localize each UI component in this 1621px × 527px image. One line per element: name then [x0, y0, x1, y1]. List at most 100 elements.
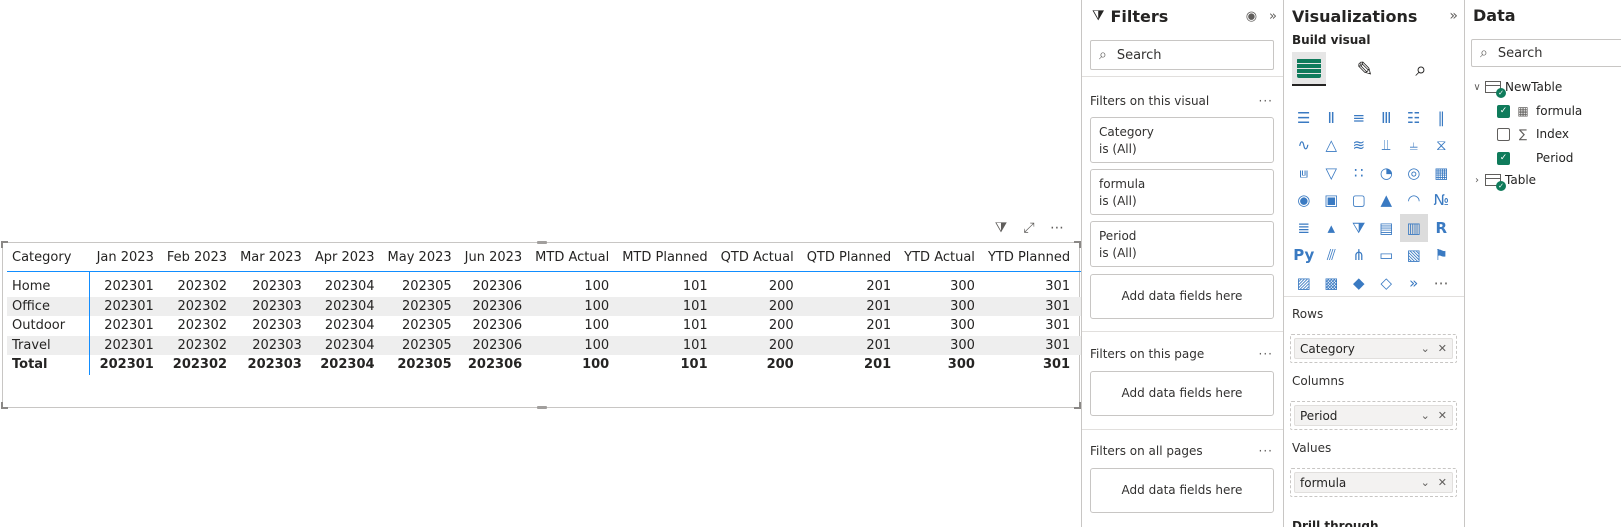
donut-chart-icon[interactable]: ◎ [1400, 159, 1428, 187]
matrix-visual-icon[interactable]: ▥ [1400, 214, 1428, 242]
line-clustered-column-icon[interactable]: ⫨ [1400, 132, 1428, 160]
column-header[interactable]: Feb 2023 [159, 247, 234, 272]
column-header[interactable]: Mar 2023 [233, 247, 308, 272]
more-options-icon[interactable]: ··· [1259, 444, 1273, 458]
resize-handle-bottom[interactable] [537, 406, 547, 409]
column-header[interactable]: YTD Actual [897, 247, 981, 272]
kpi-icon[interactable]: ▴ [1318, 214, 1346, 242]
matrix-visual[interactable]: Category Jan 2023 Feb 2023 Mar 2023 Apr 2023… [1, 241, 1125, 409]
stacked-bar-chart-icon[interactable]: ☰ [1290, 104, 1318, 132]
resize-corner[interactable] [1, 402, 8, 409]
paginated-report-icon[interactable]: ▨ [1290, 269, 1318, 297]
checkbox-checked[interactable]: ✓ [1497, 151, 1510, 165]
stacked-column-chart-icon[interactable]: Ⅱ [1318, 104, 1346, 132]
filter-card-category[interactable]: Category is (All) [1090, 117, 1274, 163]
close-icon[interactable]: ✕ [1438, 476, 1447, 489]
values-field-pill[interactable]: formula ⌄ ✕ [1294, 472, 1453, 493]
rows-field-pill[interactable]: Category ⌄ ✕ [1294, 338, 1453, 359]
column-header[interactable]: May 2023 [380, 247, 458, 272]
table-node-table[interactable]: › ✓ Table [1471, 173, 1536, 191]
values-well[interactable]: formula ⌄ ✕ [1290, 468, 1457, 497]
filter-card-formula[interactable]: formula is (All) [1090, 169, 1274, 215]
add-fields-visual-dropzone[interactable]: Add data fields here [1090, 274, 1274, 319]
column-header[interactable]: Jun 2023 [457, 247, 529, 272]
more-visuals-icon[interactable]: ⋯ [1428, 269, 1456, 297]
more-options-icon[interactable]: ··· [1259, 347, 1273, 361]
column-header[interactable]: QTD Planned [799, 247, 898, 272]
add-fields-all-pages-dropzone[interactable]: Add data fields here [1090, 468, 1274, 513]
columns-well[interactable]: Period ⌄ ✕ [1290, 401, 1457, 430]
filters-search-input[interactable]: ⌕ Search [1090, 40, 1274, 70]
python-visual-icon[interactable]: Py [1290, 242, 1318, 270]
waterfall-chart-icon[interactable]: ⩏ [1290, 159, 1318, 187]
report-canvas[interactable]: ⧩ ⤢ ⋯ Category Jan 2023 Feb 2023 Mar 2023 Ap… [0, 0, 1125, 527]
treemap-icon[interactable]: ▦ [1428, 159, 1456, 187]
filter-icon[interactable]: ⧩ [993, 220, 1009, 236]
row-header[interactable]: Office [7, 296, 91, 316]
chevron-down-icon[interactable]: ∨ [1471, 82, 1483, 93]
build-visual-tab[interactable] [1292, 52, 1326, 86]
field-period[interactable]: ✓ Period [1497, 151, 1573, 165]
column-header[interactable]: Apr 2023 [307, 247, 381, 272]
map-icon[interactable]: ◉ [1290, 187, 1318, 215]
azure-map-icon[interactable]: ▲ [1373, 187, 1401, 215]
chevron-down-icon[interactable]: ⌄ [1421, 342, 1430, 355]
clustered-bar-chart-icon[interactable]: ≡ [1345, 104, 1373, 132]
filled-map-icon[interactable]: ▣ [1318, 187, 1346, 215]
columns-field-pill[interactable]: Period ⌄ ✕ [1294, 405, 1453, 426]
collapse-pane-icon[interactable]: » [1449, 8, 1458, 24]
clustered-column-chart-icon[interactable]: Ⅲ [1373, 104, 1401, 132]
filter-card-period[interactable]: Period is (All) [1090, 221, 1274, 267]
rows-well[interactable]: Category ⌄ ✕ [1290, 334, 1457, 363]
key-influencers-icon[interactable]: ⫻ [1318, 242, 1346, 270]
column-header[interactable]: QTD Actual [713, 247, 800, 272]
column-header[interactable]: MTD Planned [615, 247, 714, 272]
format-visual-tab[interactable]: ✎ [1348, 52, 1382, 86]
resize-corner[interactable] [1074, 402, 1081, 409]
r-visual-icon[interactable]: R [1428, 214, 1456, 242]
ribbon-chart-icon[interactable]: ⧖ [1428, 132, 1456, 160]
power-apps-icon[interactable]: ◆ [1345, 269, 1373, 297]
column-header[interactable]: Jan 2023 [89, 247, 160, 272]
more-options-icon[interactable]: ··· [1259, 94, 1273, 108]
100-column-chart-icon[interactable]: ∥ [1428, 104, 1456, 132]
chevron-down-icon[interactable]: ⌄ [1421, 476, 1430, 489]
get-more-visuals-icon[interactable]: » [1400, 269, 1428, 297]
multi-row-card-icon[interactable]: ≣ [1290, 214, 1318, 242]
100-bar-chart-icon[interactable]: ☷ [1400, 104, 1428, 132]
chevron-down-icon[interactable]: ⌄ [1421, 409, 1430, 422]
data-search-input[interactable]: ⌕ Search [1471, 39, 1621, 67]
smart-narrative-icon[interactable]: ▧ [1400, 242, 1428, 270]
field-index[interactable]: ∑ Index [1497, 127, 1569, 141]
line-chart-icon[interactable]: ∿ [1290, 132, 1318, 160]
close-icon[interactable]: ✕ [1438, 342, 1447, 355]
shape-map-icon[interactable]: ▢ [1345, 187, 1373, 215]
line-column-chart-icon[interactable]: ⫫ [1373, 132, 1401, 160]
focus-mode-icon[interactable]: ⤢ [1021, 220, 1037, 236]
close-icon[interactable]: ✕ [1438, 409, 1447, 422]
area-chart-icon[interactable]: △ [1318, 132, 1346, 160]
stacked-area-chart-icon[interactable]: ≋ [1345, 132, 1373, 160]
column-header[interactable]: MTD Actual [528, 247, 616, 272]
row-header[interactable]: Total [7, 355, 91, 375]
power-automate-icon[interactable]: ◇ [1373, 269, 1401, 297]
checkbox-checked[interactable]: ✓ [1497, 104, 1510, 118]
slicer-icon[interactable]: ⧩ [1345, 214, 1373, 242]
chevron-right-icon[interactable]: › [1471, 175, 1483, 186]
column-header[interactable]: YTD Planned [980, 247, 1077, 272]
eye-icon[interactable]: ◉ [1246, 9, 1257, 24]
scatter-chart-icon[interactable]: ∷ [1345, 159, 1373, 187]
table-icon[interactable]: ▤ [1373, 214, 1401, 242]
qna-icon[interactable]: ▭ [1373, 242, 1401, 270]
card-icon[interactable]: № [1428, 187, 1456, 215]
resize-handle-top[interactable] [537, 241, 547, 244]
analytics-tab[interactable]: ⌕ [1404, 52, 1438, 86]
gauge-icon[interactable]: ◠ [1400, 187, 1428, 215]
column-header-category[interactable]: Category [7, 247, 90, 272]
row-header[interactable]: Travel [7, 335, 91, 355]
arcgis-map-icon[interactable]: ▩ [1318, 269, 1346, 297]
row-header[interactable]: Home [7, 271, 91, 297]
table-node-newtable[interactable]: ∨ ✓ NewTable [1471, 80, 1562, 98]
row-header[interactable]: Outdoor [7, 316, 91, 336]
more-options-icon[interactable]: ⋯ [1049, 220, 1065, 236]
